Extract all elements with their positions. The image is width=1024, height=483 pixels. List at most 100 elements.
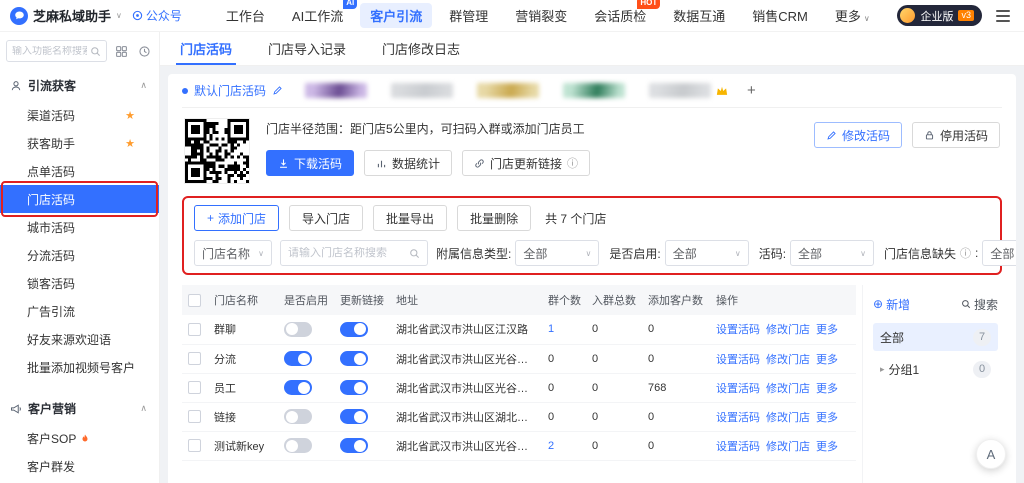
group-count-cell[interactable]: 0 [542,373,586,402]
store-search-input[interactable] [288,247,405,259]
masked-tab[interactable] [649,83,711,98]
main-tab[interactable]: 门店修改日志 [378,32,464,65]
row-checkbox[interactable] [188,439,201,452]
row-checkbox[interactable] [188,381,201,394]
more-link[interactable]: 更多 [816,354,838,366]
menu-icon[interactable] [996,7,1010,25]
update-link-toggle[interactable] [340,322,368,337]
row-checkbox[interactable] [188,323,201,336]
disable-qr-button[interactable]: 停用活码 [912,122,1000,148]
nav-item[interactable]: 客户引流 [360,3,432,28]
sidebar-item[interactable]: 客户SOP [0,424,159,452]
main-tab[interactable]: 门店导入记录 [264,32,350,65]
nav-item[interactable]: 销售CRM [742,3,818,28]
nav-item[interactable]: 工作台 [216,3,275,28]
sidebar-section-header[interactable]: 客户营销 ∧ [0,393,159,424]
masked-tab[interactable] [477,83,539,98]
enabled-toggle[interactable] [284,322,312,337]
download-qr-button[interactable]: 下载活码 [266,150,354,176]
history-icon[interactable] [135,42,153,60]
group-count-cell[interactable]: 0 [542,344,586,373]
group-search-button[interactable]: 搜索 [961,296,998,313]
statistics-button[interactable]: 数据统计 [364,150,452,176]
batch-delete-button[interactable]: 批量删除 [457,205,531,231]
batch-export-button[interactable]: 批量导出 [373,205,447,231]
nav-item[interactable]: AI工作流AI [282,3,353,28]
filter-select[interactable]: 全部 ∨ [515,240,599,266]
tab-default-store-code[interactable]: 默认门店活码 [182,82,283,99]
group-count-cell[interactable]: 2 [542,431,586,460]
update-link-toggle[interactable] [340,380,368,395]
masked-tab[interactable] [305,83,367,98]
sidebar-item[interactable]: 分流活码 [0,241,159,269]
sidebar-search-input[interactable] [12,46,87,57]
filter-select[interactable]: 全部 ∨ [790,240,874,266]
nav-item[interactable]: 更多∨ [825,3,880,28]
sidebar-item[interactable]: 客户群发 [0,452,159,480]
sidebar-item[interactable]: 广告引流 [0,297,159,325]
update-link-toggle[interactable] [340,351,368,366]
sidebar-item[interactable]: 渠道活码 ★ [0,101,159,129]
enabled-toggle[interactable] [284,409,312,424]
edit-icon[interactable] [272,85,283,96]
enabled-toggle[interactable] [284,438,312,453]
sidebar-item[interactable]: 门店活码 [0,185,159,213]
add-store-button[interactable]: +添加门店 [194,205,279,231]
sidebar-item[interactable]: 锁客活码 [0,269,159,297]
assistant-button[interactable]: A [976,439,1006,469]
update-link-toggle[interactable] [340,438,368,453]
sidebar-item[interactable]: 批量添加视频号客户 [0,353,159,381]
add-store-code-button[interactable]: + [747,82,756,99]
more-link[interactable]: 更多 [816,412,838,424]
enabled-toggle[interactable] [284,380,312,395]
row-checkbox[interactable] [188,352,201,365]
account-type-link[interactable]: 公众号 [132,7,182,24]
update-link-button[interactable]: 门店更新链接 ⓘ [462,150,590,176]
modify-store-link[interactable]: 修改门店 [766,354,810,366]
filter-group: 附属信息类型: 全部 ∨ [436,240,599,266]
set-qr-link[interactable]: 设置活码 [716,383,760,395]
enabled-toggle[interactable] [284,351,312,366]
import-store-button[interactable]: 导入门店 [289,205,363,231]
sidebar-item[interactable]: 好友来源欢迎语 [0,325,159,353]
sidebar-section-header[interactable]: 引流获客 ∧ [0,70,159,101]
modify-qr-button[interactable]: 修改活码 [814,122,902,148]
add-group-button[interactable]: ⊕新增 [873,296,910,313]
brand[interactable]: 芝麻私域助手 ∨ [10,6,122,25]
group-item[interactable]: 全部 7 [873,323,998,351]
more-link[interactable]: 更多 [816,441,838,453]
modify-store-link[interactable]: 修改门店 [766,383,810,395]
set-qr-link[interactable]: 设置活码 [716,441,760,453]
sidebar-item[interactable]: 城市活码 [0,213,159,241]
update-link-toggle[interactable] [340,409,368,424]
sidebar-item[interactable]: 获客助手 ★ [0,129,159,157]
nav-item[interactable]: 数据互通 [663,3,735,28]
group-count-cell[interactable]: 1 [542,315,586,344]
group-count-cell[interactable]: 0 [542,402,586,431]
more-link[interactable]: 更多 [816,383,838,395]
nav-item[interactable]: 会话质检HOT [584,3,656,28]
edition-badge[interactable]: 企业版 v3 [897,5,982,26]
more-link[interactable]: 更多 [816,324,838,336]
modify-store-link[interactable]: 修改门店 [766,412,810,424]
column-header: 添加客户数 [642,285,710,315]
modify-store-link[interactable]: 修改门店 [766,441,810,453]
set-qr-link[interactable]: 设置活码 [716,412,760,424]
nav-item[interactable]: 群管理 [439,3,498,28]
panel-layout-icon[interactable] [112,42,130,60]
set-qr-link[interactable]: 设置活码 [716,354,760,366]
filter-select[interactable]: 全部 ∨ [665,240,749,266]
row-checkbox[interactable] [188,410,201,423]
modify-store-link[interactable]: 修改门店 [766,324,810,336]
select-all-checkbox[interactable] [188,294,201,307]
masked-tab[interactable] [391,83,453,98]
main-tab[interactable]: 门店活码 [176,32,236,65]
store-code-tabs: 默认门店活码 + [182,74,1002,108]
filter-select[interactable]: 全部 ∨ [982,240,1016,266]
masked-tab[interactable] [563,83,625,98]
name-field-select[interactable]: 门店名称 ∨ [194,240,272,266]
group-item[interactable]: ▸ 分组1 0 [873,355,998,383]
set-qr-link[interactable]: 设置活码 [716,324,760,336]
sidebar-item[interactable]: 点单活码 [0,157,159,185]
nav-item[interactable]: 营销裂变 [505,3,577,28]
